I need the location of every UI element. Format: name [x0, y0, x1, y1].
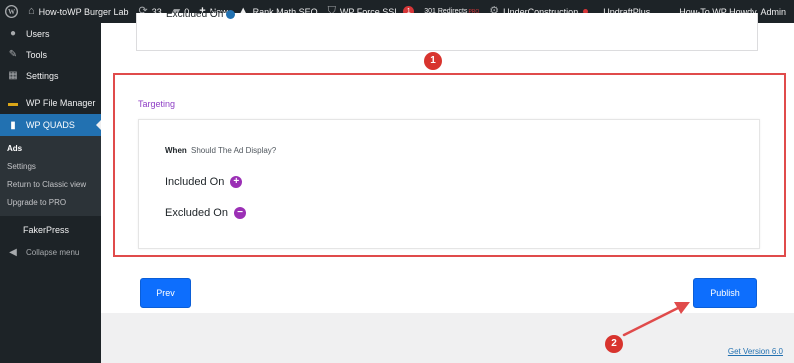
sidebar-item-users[interactable]: ● Users	[0, 23, 101, 44]
quads-icon: ▮	[10, 119, 16, 131]
sidebar-item-label: Users	[26, 28, 50, 39]
sidebar-item-label: FakerPress	[23, 225, 70, 235]
sidebar-item-fakerpress[interactable]: FakerPress	[0, 219, 101, 241]
sidebar-item-wp-file-manager[interactable]: ▬ WP File Manager	[0, 92, 101, 114]
wordpress-icon: W	[5, 5, 18, 18]
site-name-link[interactable]: ⌂ How-toWP Burger Lab	[23, 0, 134, 23]
collapse-icon: ◀	[9, 246, 17, 258]
sidebar-item-wp-quads[interactable]: ▮ WP QUADS	[0, 114, 101, 136]
admin-sidebar: ● Users ✎ Tools ▦ Settings ▬ WP File Man…	[0, 23, 101, 363]
get-version-link[interactable]: Get Version 6.0	[728, 347, 783, 356]
submenu-item-settings[interactable]: Settings	[0, 157, 101, 175]
settings-icon: ▦	[8, 70, 18, 81]
wordpress-logo[interactable]: W	[0, 0, 23, 23]
sidebar-item-settings[interactable]: ▦ Settings	[0, 65, 101, 86]
users-icon: ●	[9, 28, 17, 39]
svg-text:W: W	[8, 8, 16, 16]
submenu-item-upgrade[interactable]: Upgrade to PRO	[0, 193, 101, 211]
site-name-label: How-toWP Burger Lab	[38, 6, 129, 17]
main-content: Excluded On Targeting When Should The Ad…	[101, 9, 794, 363]
sidebar-item-label: Tools	[26, 49, 48, 60]
tools-icon: ✎	[8, 49, 18, 60]
collapse-menu-button[interactable]: ◀ Collapse menu	[0, 241, 101, 263]
annotation-callout-2: 2	[605, 335, 623, 353]
home-icon: ⌂	[28, 5, 35, 17]
sidebar-item-label: WP QUADS	[26, 120, 75, 130]
wp-quads-submenu: Ads Settings Return to Classic view Upgr…	[0, 136, 101, 216]
sidebar-item-tools[interactable]: ✎ Tools	[0, 44, 101, 65]
file-manager-icon: ▬	[8, 97, 18, 109]
submenu-item-classic-view[interactable]: Return to Classic view	[0, 175, 101, 193]
collapse-label: Collapse menu	[26, 247, 80, 257]
previous-card: Excluded On	[136, 9, 758, 51]
annotation-highlight-box	[113, 73, 786, 257]
sidebar-item-label: Settings	[26, 70, 59, 81]
publish-button[interactable]: Publish	[693, 278, 757, 308]
excluded-on-label-top: Excluded On	[166, 9, 236, 20]
annotation-callout-1: 1	[424, 52, 442, 70]
submenu-item-ads[interactable]: Ads	[0, 139, 101, 157]
prev-button[interactable]: Prev	[140, 278, 191, 308]
sidebar-item-label: WP File Manager	[26, 98, 96, 108]
minus-circle-icon	[226, 9, 236, 19]
